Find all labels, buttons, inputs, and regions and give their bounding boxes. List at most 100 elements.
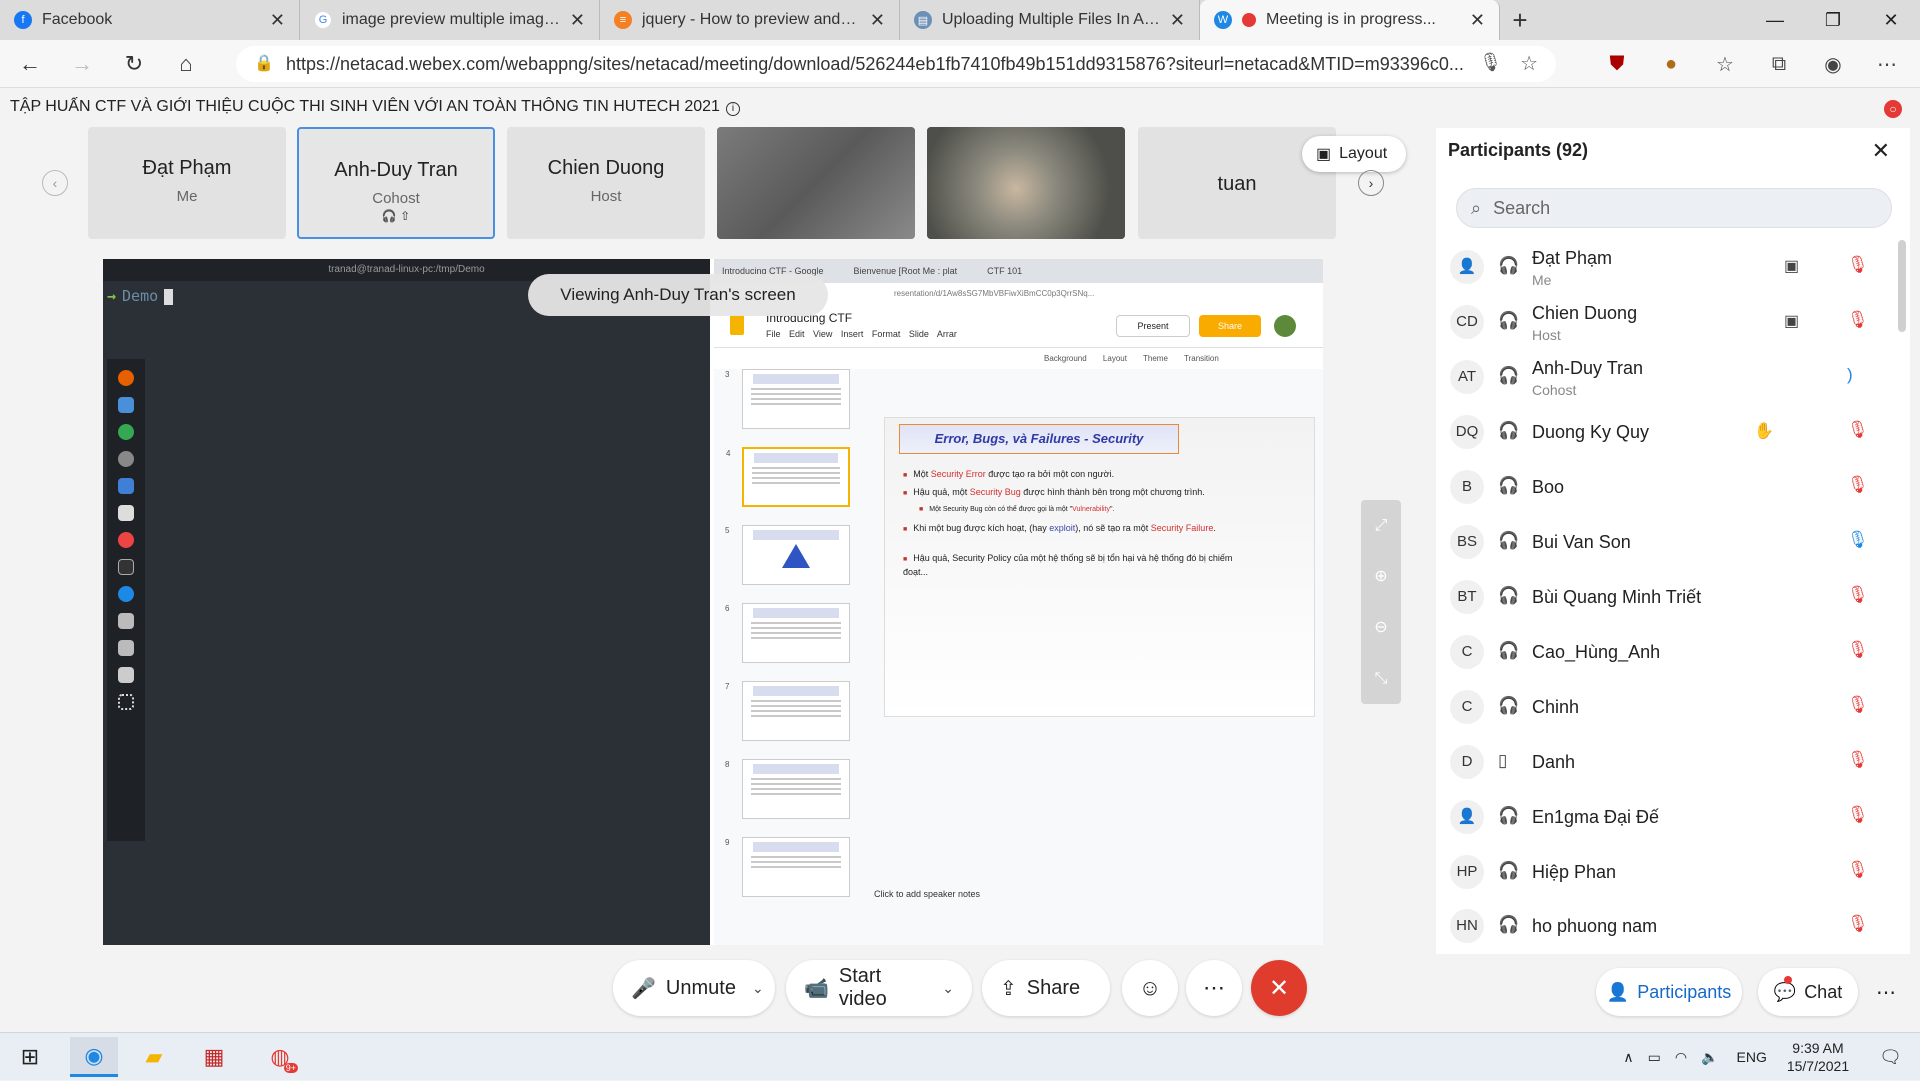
mic-muted-icon[interactable]: 🎙 — [1847, 860, 1869, 880]
microphone-icon[interactable]: 🎙 — [1479, 52, 1502, 73]
mic-muted-icon[interactable]: 🎙 — [1847, 805, 1869, 825]
notifications-icon[interactable]: 🗨 — [1879, 1047, 1902, 1068]
participant-name: Đạt Phạm — [1532, 248, 1613, 268]
browser-tab[interactable]: ≡ jquery - How to preview and the ✕ — [600, 0, 900, 40]
avatar: HN — [1450, 909, 1484, 943]
shared-screen[interactable]: tranad@tranad-linux-pc:/tmp/Demo → Demo I… — [103, 259, 1323, 945]
participant-row[interactable]: HP 🎧 Hiệp Phan 🎙 — [1436, 845, 1910, 900]
url-field[interactable]: 🔒 https://netacad.webex.com/webappng/sit… — [236, 46, 1556, 82]
reactions-button[interactable]: ☺ — [1122, 960, 1178, 1016]
previous-tiles-icon[interactable]: ‹ — [42, 170, 68, 196]
refresh-icon[interactable]: ↻ — [112, 42, 156, 86]
mic-muted-icon[interactable]: 🎙 — [1847, 255, 1869, 275]
back-icon[interactable]: ← — [8, 42, 52, 86]
wifi-icon[interactable]: ◠ — [1675, 1049, 1687, 1066]
mic-muted-icon[interactable]: 🎙 — [1847, 695, 1869, 715]
mic-muted-icon[interactable]: 🎙 — [1847, 585, 1869, 605]
profile-avatar[interactable]: ◉ — [1816, 46, 1850, 82]
close-tab-icon[interactable]: ✕ — [1170, 10, 1185, 31]
chevron-up-icon[interactable]: ∧ — [1623, 1049, 1633, 1066]
participant-video-tile[interactable] — [927, 127, 1125, 239]
info-icon[interactable]: i — [725, 102, 740, 116]
forward-icon[interactable]: → — [60, 42, 104, 86]
mic-muted-icon[interactable]: 🎙 — [1847, 750, 1869, 770]
share-button[interactable]: ⇪ Share — [982, 960, 1110, 1016]
zoom-in-icon[interactable]: ⊕ — [1361, 551, 1401, 602]
chevron-down-icon[interactable]: ⌄ — [752, 980, 764, 997]
ublock-icon[interactable]: ⛊ — [1600, 46, 1634, 82]
close-tab-icon[interactable]: ✕ — [570, 10, 585, 31]
more-icon[interactable]: ⋯ — [1870, 46, 1904, 82]
participant-search-input[interactable]: ⌕ Search — [1456, 188, 1892, 228]
participant-tile[interactable]: Chien Duong Host — [507, 127, 705, 239]
unmute-button[interactable]: 🎤 Unmute ⌄ — [613, 960, 775, 1016]
start-video-button[interactable]: 📹 Start video ⌄ — [786, 960, 972, 1016]
next-tiles-icon[interactable]: › — [1358, 170, 1384, 196]
favorites-bar-icon[interactable]: ☆ — [1708, 46, 1742, 82]
favorite-icon[interactable]: ☆ — [1520, 51, 1538, 76]
participant-row[interactable]: DQ 🎧 Duong Ky Quy ✋ 🎙 — [1436, 405, 1910, 460]
mic-muted-icon[interactable]: 🎙 — [1847, 475, 1869, 495]
audio-icon: 🎧 — [1498, 311, 1520, 330]
browser-tab[interactable]: ▤ Uploading Multiple Files In ASP.N ✕ — [900, 0, 1200, 40]
browser-tab[interactable]: G image preview multiple image m ✕ — [300, 0, 600, 40]
more-options-button[interactable]: ⋯ — [1186, 960, 1242, 1016]
extension-icon[interactable]: ● — [1654, 46, 1688, 82]
close-tab-icon[interactable]: ✕ — [870, 10, 885, 31]
home-icon[interactable]: ⌂ — [164, 42, 208, 86]
browser-tab-active[interactable]: W Meeting is in progress... ✕ — [1200, 0, 1500, 40]
fullscreen-icon[interactable]: ⤢ — [1361, 500, 1401, 551]
participant-row[interactable]: AT 🎧 Anh-Duy Tran Cohost ) — [1436, 350, 1910, 405]
participant-tile[interactable]: Đạt Phạm Me — [88, 127, 286, 239]
participant-row[interactable]: 👤 🎧 Đạt Phạm Me ▣ 🎙 — [1436, 240, 1910, 295]
zoom-out-icon[interactable]: ⊖ — [1361, 602, 1401, 653]
close-tab-icon[interactable]: ✕ — [1470, 10, 1485, 31]
mic-muted-icon[interactable]: 🎙 — [1847, 420, 1869, 440]
edge-icon[interactable]: ◉ — [70, 1037, 118, 1077]
participant-row[interactable]: CD 🎧 Chien Duong Host ▣ 🎙 — [1436, 295, 1910, 350]
browser-tab[interactable]: f Facebook ✕ — [0, 0, 300, 40]
mic-muted-icon[interactable]: 🎙 — [1847, 914, 1869, 934]
new-tab-button[interactable]: + — [1500, 0, 1540, 40]
clock[interactable]: 9:39 AM 15/7/2021 — [1787, 1039, 1849, 1075]
slide-thumbnail: 6 — [725, 603, 850, 663]
participant-video-tile[interactable] — [717, 127, 915, 239]
close-panel-icon[interactable]: ✕ — [1872, 138, 1890, 164]
participants-title: Participants (92) — [1448, 140, 1589, 160]
more-icon[interactable]: ⋯ — [1866, 968, 1906, 1016]
participants-tab[interactable]: 👤 Participants — [1596, 968, 1742, 1016]
participant-row[interactable]: B 🎧 Boo 🎙 — [1436, 460, 1910, 515]
mic-muted-icon[interactable]: 🎙 — [1847, 640, 1869, 660]
file-explorer-icon[interactable]: ▰ — [130, 1037, 178, 1077]
leave-meeting-button[interactable]: ✕ — [1251, 960, 1307, 1016]
participant-row[interactable]: BT 🎧 Bùi Quang Minh Triết 🎙 — [1436, 570, 1910, 625]
participant-row[interactable]: 👤 🎧 En1gma Đại Đế 🎙 — [1436, 790, 1910, 845]
maximize-icon[interactable]: ❐ — [1804, 0, 1862, 40]
close-window-icon[interactable]: ✕ — [1862, 0, 1920, 40]
chevron-down-icon[interactable]: ⌄ — [942, 980, 954, 997]
webex-taskbar-icon[interactable]: ◍ 9+ — [256, 1037, 304, 1077]
language-indicator[interactable]: ENG — [1737, 1049, 1767, 1065]
battery-icon[interactable]: ▭ — [1648, 1049, 1661, 1066]
layout-button[interactable]: ▣ Layout — [1302, 136, 1406, 172]
participant-row[interactable]: C 🎧 Chinh 🎙 — [1436, 680, 1910, 735]
minimize-icon[interactable]: — — [1746, 0, 1804, 40]
search-icon: ⌕ — [1471, 197, 1482, 218]
chat-tab[interactable]: 💬 Chat — [1758, 968, 1858, 1016]
audio-icon: 🎧 — [1498, 696, 1520, 715]
close-tab-icon[interactable]: ✕ — [270, 10, 285, 31]
mic-on-icon[interactable]: 🎙 — [1847, 530, 1869, 550]
mic-speaking-icon[interactable]: ) — [1847, 365, 1853, 385]
volume-icon[interactable]: 🔈 — [1701, 1049, 1718, 1066]
fit-icon[interactable]: ⤡ — [1361, 653, 1401, 704]
participant-tile-active[interactable]: Anh-Duy Tran Cohost 🎧 ⇧ — [297, 127, 495, 239]
participant-row[interactable]: BS 🎧 Bui Van Son 🎙 — [1436, 515, 1910, 570]
participant-row[interactable]: D ▯ Danh 🎙 — [1436, 735, 1910, 790]
participant-row[interactable]: HN 🎧 ho phuong nam 🎙 — [1436, 899, 1910, 954]
collections-icon[interactable]: ⧉ — [1762, 46, 1796, 82]
app-icon[interactable]: ▦ — [190, 1037, 238, 1077]
participant-row[interactable]: C 🎧 Cao_Hùng_Anh 🎙 — [1436, 625, 1910, 680]
windows-start-icon[interactable]: ⊞ — [6, 1037, 54, 1077]
mic-muted-icon[interactable]: 🎙 — [1847, 310, 1869, 330]
recording-indicator-icon[interactable]: ○ — [1884, 100, 1902, 118]
